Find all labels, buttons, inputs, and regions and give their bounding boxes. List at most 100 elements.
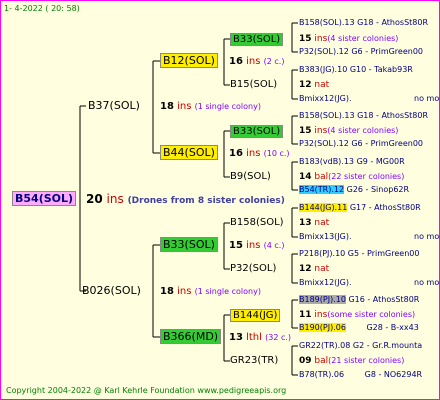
gen4-info: G6 - PrimGreen00 bbox=[351, 47, 424, 56]
gen4-name[interactable]: B183(vdB).13 bbox=[299, 157, 354, 166]
gen3-stats-3: 15 ins(4 sister colonies) bbox=[299, 125, 398, 137]
header-date: 1- 4-2022 ( 20: 58) bbox=[4, 4, 80, 13]
gen3-count: 14 bbox=[299, 172, 312, 182]
gen3-ins: ins bbox=[314, 310, 328, 320]
gen1-stats-2: 18 ins (1 single colony) bbox=[160, 286, 261, 298]
gen4-info: G16 - AthosSt80R bbox=[348, 295, 420, 304]
gen2-note: (32 c.) bbox=[265, 333, 292, 342]
gen3-node-4[interactable]: B9(SOL) bbox=[230, 171, 271, 183]
gen3-ins: ins bbox=[314, 126, 328, 136]
gen4-info: G26 - Sinop62R bbox=[346, 185, 410, 194]
gen3-stats-5: 13 nat bbox=[299, 217, 329, 229]
gen4-row: Bmixx12(JG). no more bbox=[299, 277, 440, 289]
gen4-info: G17 - AthosSt80R bbox=[349, 203, 421, 212]
root-count: 20 bbox=[86, 192, 103, 206]
gen3-stats-4: 14 bal(22 sister colonies) bbox=[299, 171, 404, 183]
gen4-name[interactable]: B383(JG).10 bbox=[299, 65, 347, 74]
gen2-stats-4: 13 lthl (32 c.) bbox=[229, 332, 291, 344]
gen1-node-2[interactable]: B026(SOL) bbox=[82, 285, 141, 297]
gen4-row: B183(vdB).13 G9 - MG00R bbox=[299, 156, 405, 168]
gen4-name[interactable]: B158(SOL).13 bbox=[299, 18, 355, 27]
gen3-note: (4 sister colonies) bbox=[327, 34, 399, 43]
gen4-row: B158(SOL).13 G18 - AthosSt80R bbox=[299, 17, 428, 29]
gen3-ins: bal bbox=[314, 172, 329, 182]
gen3-stats-1: 15 ins(4 sister colonies) bbox=[299, 33, 398, 45]
gen4-name[interactable]: P218(PJ).10 bbox=[299, 249, 345, 258]
gen4-name[interactable]: P32(SOL).12 bbox=[299, 47, 349, 56]
gen4-row: B144(JG).11 G17 - AthosSt80R bbox=[299, 202, 421, 214]
gen2-stats-3: 15 ins (4 c.) bbox=[229, 240, 284, 252]
gen2-note: (4 c.) bbox=[263, 241, 285, 250]
gen2-count: 16 bbox=[229, 148, 243, 159]
gen3-count: 09 bbox=[299, 356, 312, 366]
gen4-info: G8 - NO6294R bbox=[364, 370, 423, 379]
gen4-name[interactable]: Bmixx13(JG). bbox=[299, 232, 352, 241]
gen3-ins: bal bbox=[314, 356, 329, 366]
gen3-stats-2: 12 nat bbox=[299, 79, 329, 91]
gen3-count: 15 bbox=[299, 126, 312, 136]
gen3-ins: nat bbox=[314, 218, 330, 228]
gen4-name[interactable]: P32(SOL).12 bbox=[299, 139, 349, 148]
root-ins: ins bbox=[106, 192, 124, 206]
gen4-info: no more bbox=[414, 94, 440, 103]
gen4-row: Bmixx12(JG). no more bbox=[299, 93, 440, 105]
gen2-ins: lthl bbox=[246, 332, 262, 343]
gen2-count: 15 bbox=[229, 240, 243, 251]
gen2-node-4[interactable]: B366(MD) bbox=[160, 329, 222, 344]
gen3-stats-8: 09 bal(21 sister colonies) bbox=[299, 355, 404, 367]
gen4-info: G18 - AthosSt80R bbox=[357, 18, 429, 27]
gen2-node-1[interactable]: B12(SOL) bbox=[160, 53, 218, 68]
gen3-ins: ins bbox=[314, 34, 328, 44]
footer-copyright: Copyright 2004-2022 @ Karl Kehrle Founda… bbox=[6, 386, 287, 395]
gen1-stats-1: 18 ins (1 single colony) bbox=[160, 101, 261, 113]
gen4-row: P32(SOL).12 G6 - PrimGreen00 bbox=[299, 46, 423, 58]
gen1-ins: ins bbox=[177, 101, 192, 112]
gen4-row: B54(TR).12 G26 - Sinop62R bbox=[299, 184, 409, 196]
gen2-node-2[interactable]: B44(SOL) bbox=[160, 145, 218, 160]
gen4-info: G18 - AthosSt80R bbox=[357, 111, 429, 120]
gen4-row: B190(PJ).06 G28 - B-xx43 bbox=[299, 322, 419, 334]
gen4-row: B158(SOL).13 G18 - AthosSt80R bbox=[299, 110, 428, 122]
gen4-row: P218(PJ).10 G5 - PrimGreen00 bbox=[299, 248, 419, 260]
gen3-node-3[interactable]: B33(SOL) bbox=[230, 125, 284, 138]
gen3-ins: nat bbox=[314, 80, 330, 90]
gen2-count: 13 bbox=[229, 332, 243, 343]
gen4-row: Bmixx13(JG). no more bbox=[299, 231, 440, 243]
gen4-info: no more bbox=[414, 232, 440, 241]
gen1-ins: ins bbox=[177, 286, 192, 297]
gen4-name[interactable]: B158(SOL).13 bbox=[299, 111, 355, 120]
gen3-count: 15 bbox=[299, 34, 312, 44]
gen2-ins: ins bbox=[246, 148, 261, 159]
gen4-info: G2 - Gr.R.mounta bbox=[352, 341, 423, 350]
gen3-node-2[interactable]: B15(SOL) bbox=[230, 79, 277, 91]
gen4-name[interactable]: B54(TR).12 bbox=[299, 185, 345, 194]
gen4-name[interactable]: B144(JG).11 bbox=[299, 203, 348, 212]
gen4-name[interactable]: B190(PJ).06 bbox=[299, 323, 346, 332]
gen2-ins: ins bbox=[246, 56, 261, 67]
gen4-name[interactable]: Bmixx12(JG). bbox=[299, 278, 352, 287]
root-stats: 20 ins (Drones from 8 sister colonies) bbox=[86, 193, 285, 207]
gen2-note: (10 c.) bbox=[263, 149, 290, 158]
gen3-stats-6: 12 nat bbox=[299, 263, 329, 275]
gen1-count: 18 bbox=[160, 286, 174, 297]
gen1-node-1[interactable]: B37(SOL) bbox=[88, 100, 140, 112]
gen3-node-6[interactable]: P32(SOL) bbox=[230, 263, 276, 275]
gen3-node-7[interactable]: B144(JG) bbox=[230, 309, 281, 322]
gen4-name[interactable]: B78(TR).06 bbox=[299, 370, 344, 379]
gen3-node-5[interactable]: B158(SOL) bbox=[230, 217, 284, 229]
root-node[interactable]: B54(SOL) bbox=[12, 191, 77, 206]
gen2-count: 16 bbox=[229, 56, 243, 67]
gen3-note: (some sister colonies) bbox=[327, 310, 416, 319]
gen2-node-3[interactable]: B33(SOL) bbox=[160, 237, 218, 252]
gen1-note: (1 single colony) bbox=[194, 102, 261, 111]
gen4-name[interactable]: B189(PJ).10 bbox=[299, 295, 346, 304]
gen4-name[interactable]: GR22(TR).08 bbox=[299, 341, 350, 350]
gen2-stats-1: 16 ins (2 c.) bbox=[229, 56, 284, 68]
gen4-info: G9 - MG00R bbox=[356, 157, 405, 166]
gen3-note: (22 sister colonies) bbox=[328, 172, 405, 181]
gen4-info: G10 - Takab93R bbox=[349, 65, 413, 74]
gen3-count: 12 bbox=[299, 264, 312, 274]
gen3-node-8[interactable]: GR23(TR) bbox=[230, 355, 278, 367]
gen3-node-1[interactable]: B33(SOL) bbox=[230, 33, 284, 46]
gen4-name[interactable]: Bmixx12(JG). bbox=[299, 94, 352, 103]
